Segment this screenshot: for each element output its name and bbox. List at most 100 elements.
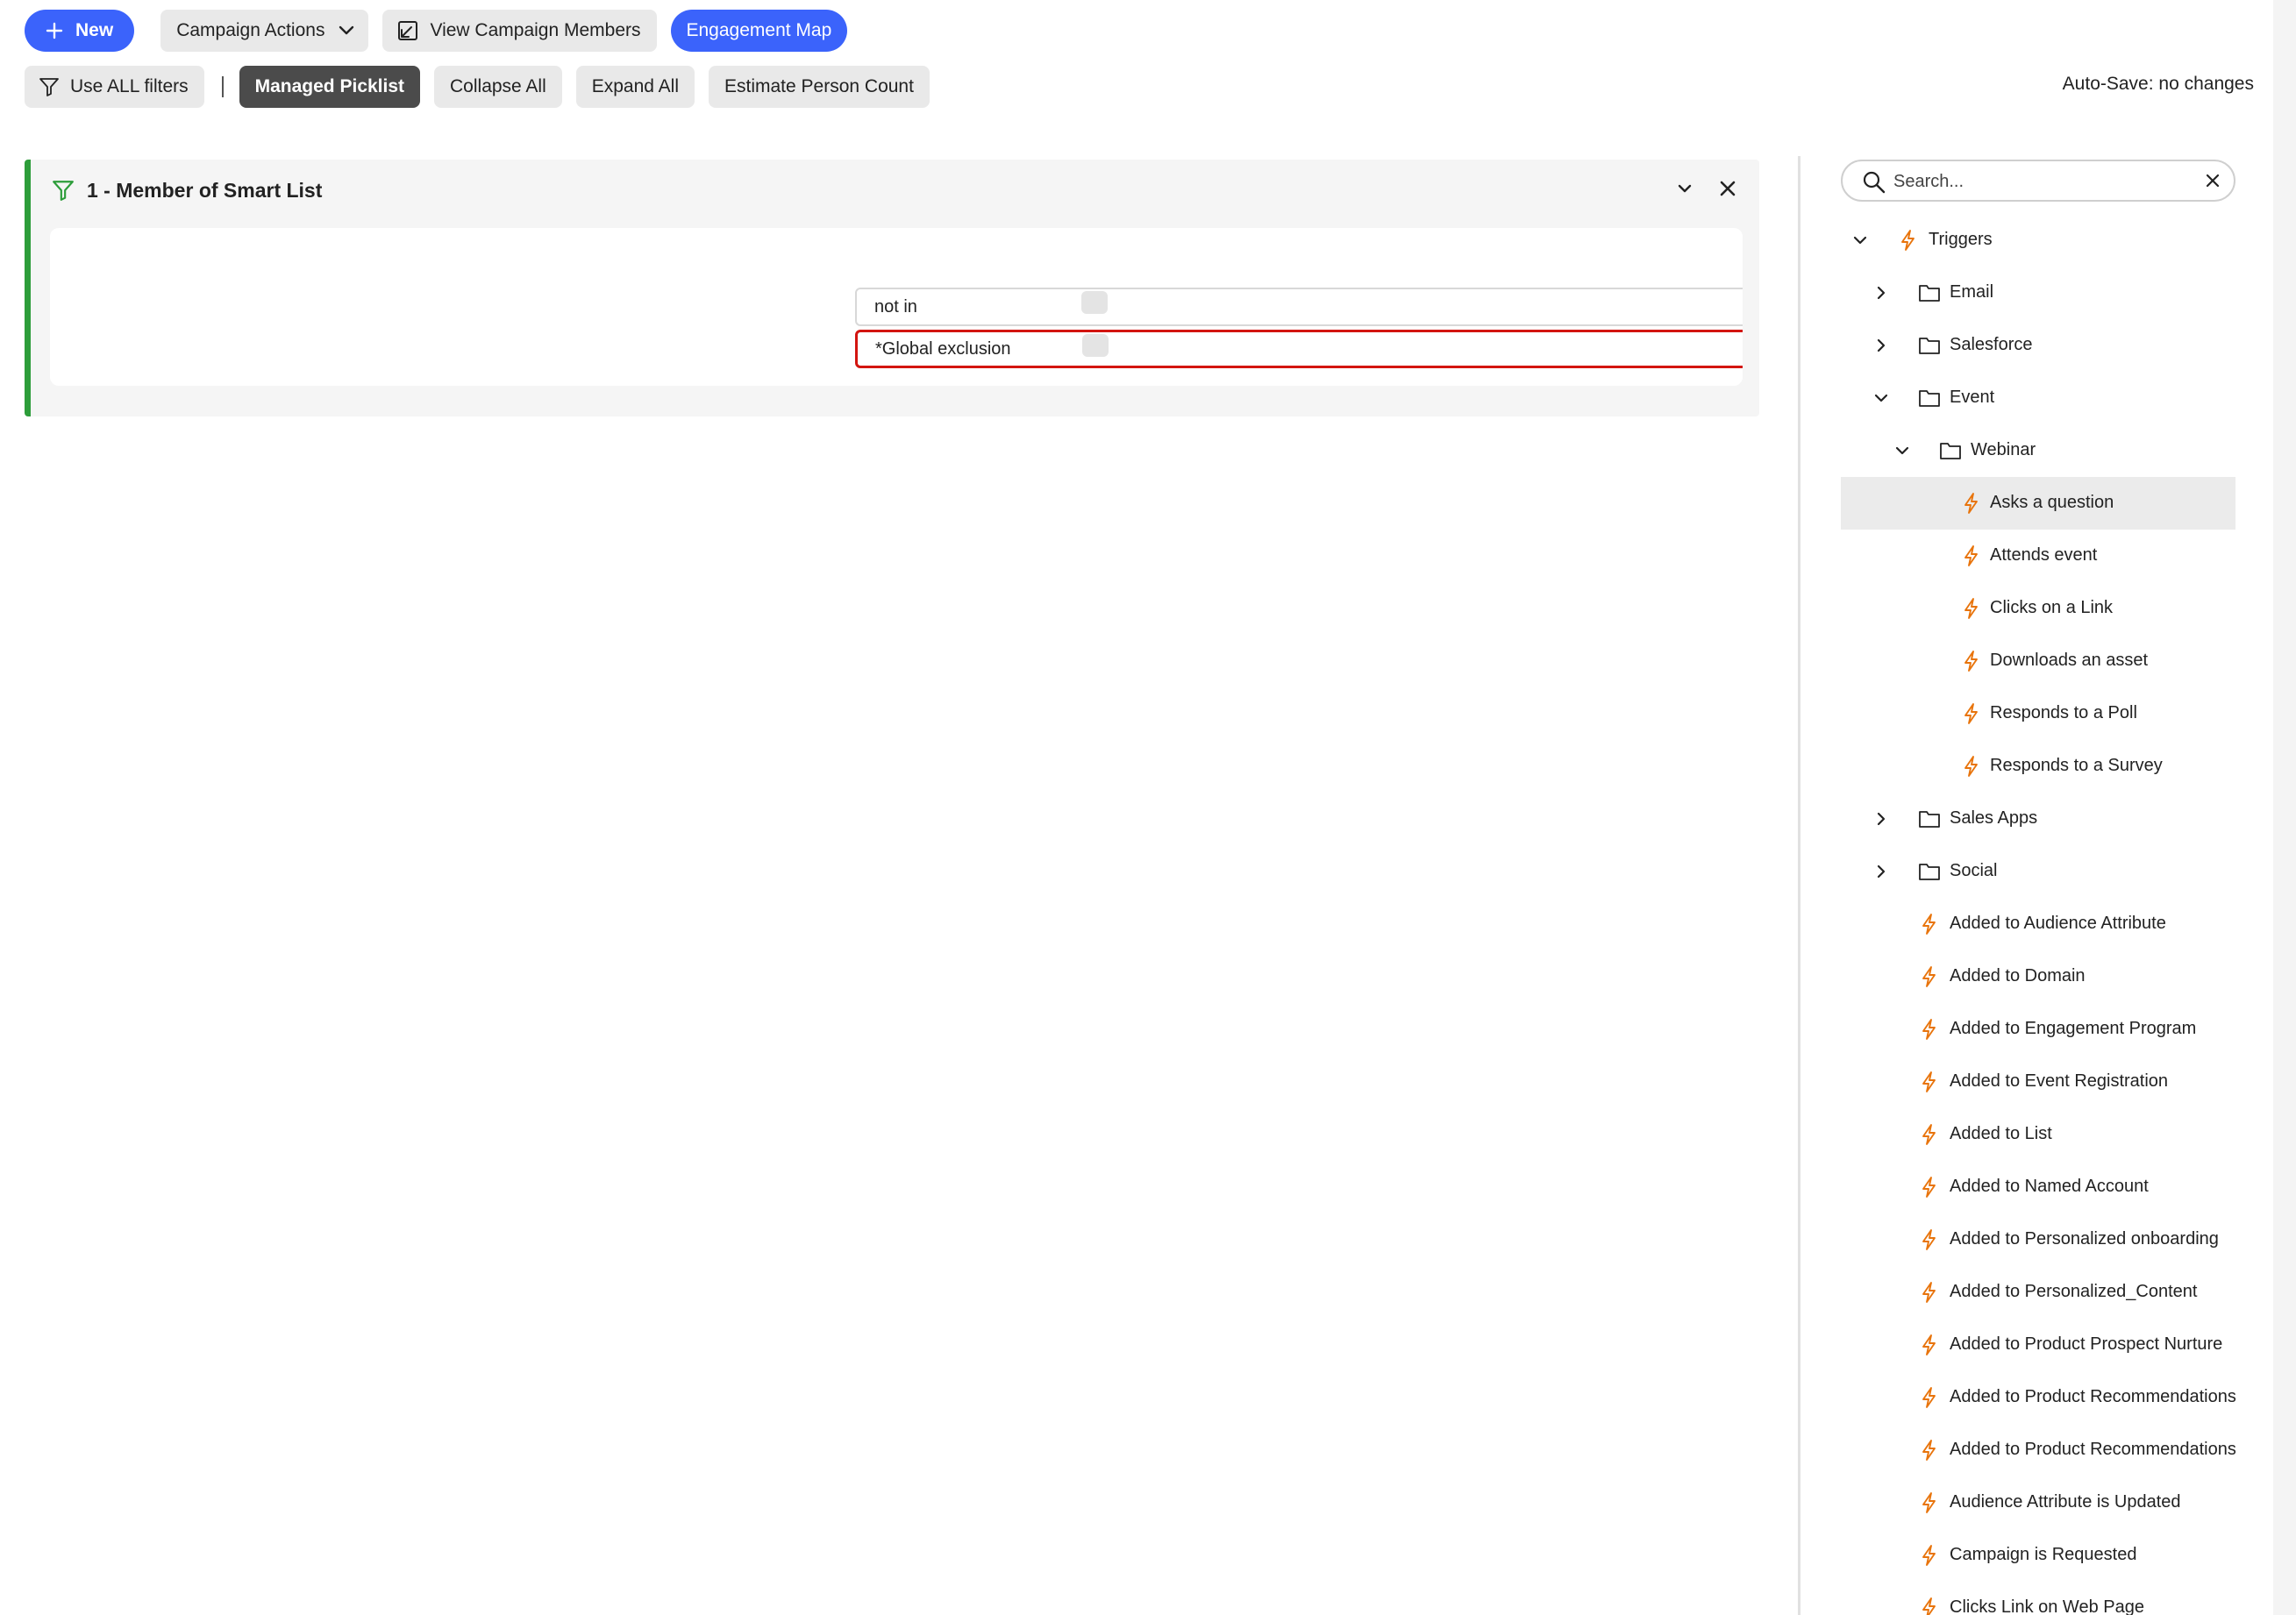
- tree-item-label: Sales Apps: [1950, 808, 2038, 828]
- chevron-down-icon[interactable]: [1893, 442, 1911, 459]
- operator-select[interactable]: not in: [855, 288, 1743, 326]
- tree-folder-email[interactable]: Email: [1841, 267, 2235, 319]
- tree-trigger-added-to-domain[interactable]: Added to Domain: [1841, 950, 2235, 1003]
- tree-folder-salesforce[interactable]: Salesforce: [1841, 319, 2235, 372]
- tree-trigger-added-to-product-recommendations-s[interactable]: Added to Product Recommendations S: [1841, 1371, 2235, 1424]
- campaign-actions-label: Campaign Actions: [176, 20, 325, 40]
- clear-search-icon[interactable]: [2206, 174, 2220, 188]
- tree-trigger-added-to-personalized-onboarding[interactable]: Added to Personalized onboarding: [1841, 1213, 2235, 1266]
- chevron-right-icon[interactable]: [1872, 284, 1890, 302]
- tree-folder-social[interactable]: Social: [1841, 845, 2235, 898]
- tree-trigger-downloads-an-asset[interactable]: Downloads an asset: [1841, 635, 2235, 687]
- lightning-bolt-icon: [1922, 1492, 1936, 1513]
- lightning-bolt-icon: [1922, 1282, 1936, 1303]
- chevron-right-icon[interactable]: [1872, 337, 1890, 354]
- trigger-tree: Triggers Email Salesforce Event Webinar Asks …: [1841, 214, 2235, 1615]
- tree-item-label: Webinar: [1971, 440, 2036, 459]
- filter-body: not in *Global exclusion: [50, 228, 1743, 386]
- tree-trigger-clicks-link-on-web-page[interactable]: Clicks Link on Web Page: [1841, 1582, 2235, 1615]
- tree-trigger-added-to-engagement-program[interactable]: Added to Engagement Program: [1841, 1003, 2235, 1056]
- folder-icon: [1919, 390, 1940, 407]
- chevron-right-icon[interactable]: [1872, 863, 1890, 880]
- tree-trigger-added-to-product-recommendations-s[interactable]: Added to Product Recommendations S: [1841, 1424, 2235, 1476]
- collapse-all-label: Collapse All: [450, 76, 546, 96]
- tree-trigger-added-to-product-prospect-nurture[interactable]: Added to Product Prospect Nurture: [1841, 1319, 2235, 1371]
- tree-folder-webinar[interactable]: Webinar: [1841, 424, 2235, 477]
- chevron-down-icon[interactable]: [1872, 389, 1890, 407]
- campaign-actions-dropdown[interactable]: Campaign Actions: [160, 10, 369, 52]
- estimate-person-count-button[interactable]: Estimate Person Count: [709, 66, 930, 108]
- collapse-all-button[interactable]: Collapse All: [434, 66, 562, 108]
- tree-item-label: Added to Named Account: [1950, 1177, 2149, 1196]
- tree-item-label: Event: [1950, 388, 1995, 407]
- tree-trigger-responds-to-a-poll[interactable]: Responds to a Poll: [1841, 687, 2235, 740]
- tree-item-label: Salesforce: [1950, 335, 2033, 354]
- view-campaign-members-label: View Campaign Members: [430, 20, 641, 40]
- tree-trigger-campaign-is-requested[interactable]: Campaign is Requested: [1841, 1529, 2235, 1582]
- tree-trigger-added-to-event-registration[interactable]: Added to Event Registration: [1841, 1056, 2235, 1108]
- lightning-bolt-icon: [1922, 1387, 1936, 1408]
- tree-item-label: Responds to a Survey: [1990, 756, 2163, 775]
- lightning-bolt-icon: [1922, 1229, 1936, 1250]
- lightning-bolt-icon: [1922, 1019, 1936, 1040]
- search-input[interactable]: [1893, 168, 2192, 195]
- trigger-search-box: [1841, 160, 2235, 202]
- tree-item-label: Added to Personalized onboarding: [1950, 1229, 2219, 1249]
- expand-all-label: Expand All: [591, 76, 679, 96]
- tree-trigger-added-to-list[interactable]: Added to List: [1841, 1108, 2235, 1161]
- folder-icon: [1919, 338, 1940, 354]
- operator-dropdown-handle[interactable]: [1081, 291, 1108, 314]
- lightning-bolt-icon: [1964, 703, 1978, 724]
- tree-trigger-audience-attribute-is-updated[interactable]: Audience Attribute is Updated: [1841, 1476, 2235, 1529]
- folder-icon: [1919, 285, 1940, 302]
- folder-icon: [1919, 811, 1940, 828]
- filter-icon: [53, 181, 74, 201]
- remove-filter-icon[interactable]: [1718, 179, 1737, 198]
- collapse-filter-icon[interactable]: [1675, 179, 1694, 198]
- tree-trigger-added-to-audience-attribute[interactable]: Added to Audience Attribute: [1841, 898, 2235, 950]
- tree-trigger-clicks-on-a-link[interactable]: Clicks on a Link: [1841, 582, 2235, 635]
- tree-item-label: Responds to a Poll: [1990, 703, 2137, 722]
- tree-trigger-added-to-personalized-content[interactable]: Added to Personalized_Content: [1841, 1266, 2235, 1319]
- primary-toolbar: New Campaign Actions View Campaign Membe…: [25, 10, 848, 52]
- smart-list-value-select[interactable]: *Global exclusion: [855, 330, 1743, 368]
- tree-trigger-responds-to-a-survey[interactable]: Responds to a Survey: [1841, 740, 2235, 793]
- page-scrollbar[interactable]: [2273, 0, 2296, 1615]
- tree-item-label: Triggers: [1929, 230, 1993, 249]
- autosave-status: Auto-Save: no changes: [2062, 74, 2254, 94]
- tree-trigger-asks-a-question[interactable]: Asks a question: [1841, 477, 2235, 530]
- panel-divider[interactable]: [1798, 156, 1800, 1615]
- tree-folder-sales-apps[interactable]: Sales Apps: [1841, 793, 2235, 845]
- tree-trigger-added-to-named-account[interactable]: Added to Named Account: [1841, 1161, 2235, 1213]
- tree-folder-event[interactable]: Event: [1841, 372, 2235, 424]
- view-campaign-members-button[interactable]: View Campaign Members: [382, 10, 657, 52]
- expand-all-button[interactable]: Expand All: [575, 66, 695, 108]
- lightning-bolt-icon: [1964, 756, 1978, 777]
- filter-title: 1 - Member of Smart List: [87, 179, 323, 202]
- use-all-filters-button[interactable]: Use ALL filters: [25, 66, 204, 108]
- engagement-map-button[interactable]: Engagement Map: [670, 10, 848, 52]
- value-dropdown-handle[interactable]: [1082, 334, 1109, 357]
- tree-trigger-attends-event[interactable]: Attends event: [1841, 530, 2235, 582]
- folder-icon: [1940, 443, 1961, 459]
- lightning-bolt-icon: [1922, 1124, 1936, 1145]
- use-all-filters-label: Use ALL filters: [70, 76, 189, 96]
- smart-list-value: *Global exclusion: [875, 338, 1011, 359]
- chevron-right-icon[interactable]: [1872, 810, 1890, 828]
- tree-item-label: Added to Event Registration: [1950, 1071, 2169, 1091]
- new-button-label: New: [75, 20, 114, 40]
- toolbar-separator: [221, 76, 224, 97]
- tree-item-label: Added to Product Recommendations S: [1950, 1440, 2235, 1459]
- tree-item-label: Added to Personalized_Content: [1950, 1282, 2198, 1301]
- folder-icon: [1919, 864, 1940, 880]
- lightning-bolt-icon: [1922, 1597, 1936, 1615]
- tree-trigger-triggers[interactable]: Triggers: [1841, 214, 2235, 267]
- chevron-down-icon[interactable]: [1851, 231, 1869, 249]
- lightning-bolt-icon: [1964, 651, 1978, 672]
- chevron-down-icon: [339, 25, 354, 35]
- managed-picklist-button[interactable]: Managed Picklist: [239, 66, 421, 108]
- new-button[interactable]: New: [25, 10, 135, 52]
- lightning-bolt-icon: [1922, 1440, 1936, 1461]
- lightning-bolt-icon: [1964, 545, 1978, 566]
- tree-item-label: Added to Engagement Program: [1950, 1019, 2197, 1038]
